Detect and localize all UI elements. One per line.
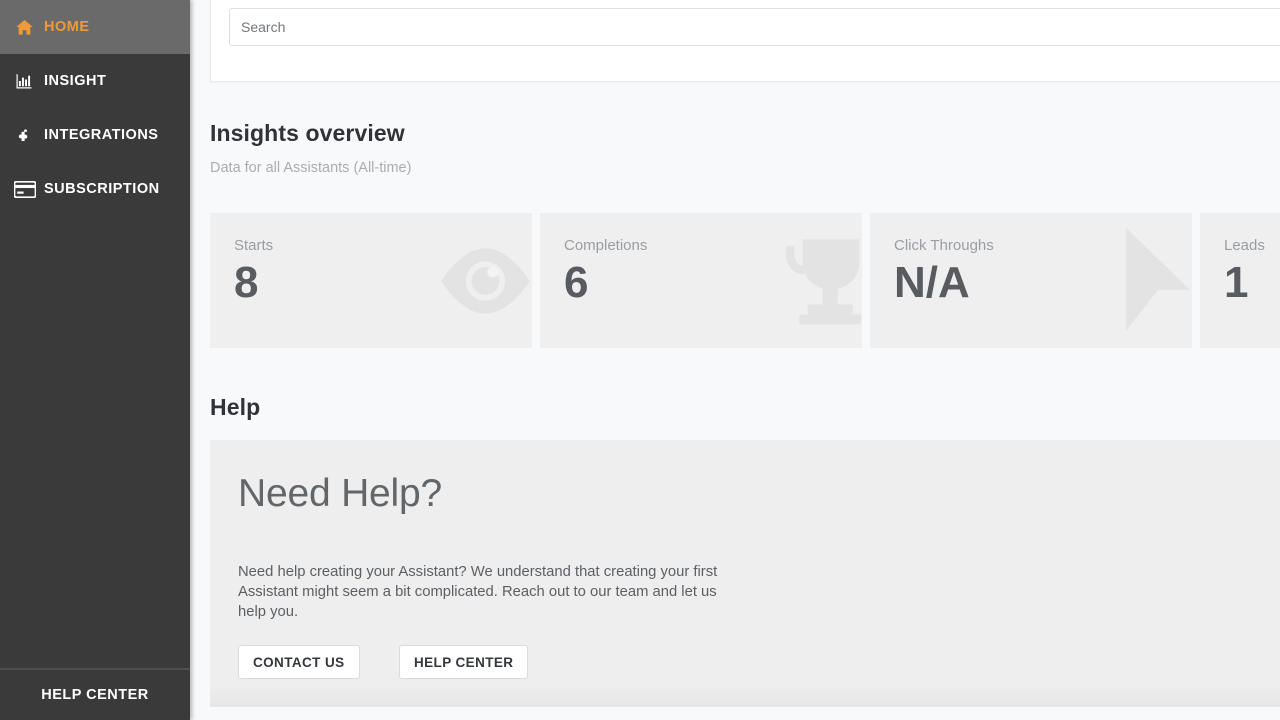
sidebar-item-label: INTEGRATIONS [44,127,159,143]
home-icon [14,16,44,38]
stat-value: 1 [1224,258,1249,307]
stat-card-click-throughs[interactable]: Click Throughs N/A [870,213,1192,348]
stat-value: N/A [894,258,970,307]
search-bar-card [210,0,1280,82]
stat-card-completions[interactable]: Completions 6 [540,213,862,348]
bar-chart-icon [14,70,44,92]
stat-value: 8 [234,258,259,307]
sidebar-item-insight[interactable]: INSIGHT [0,54,190,108]
sidebar-item-home[interactable]: HOME [0,0,190,54]
page-subtitle: Data for all Assistants (All-time) [210,160,412,176]
stat-card-starts[interactable]: Starts 8 [210,213,532,348]
sidebar-help-center-label: HELP CENTER [41,687,149,703]
sidebar-item-integrations[interactable]: INTEGRATIONS [0,108,190,162]
contact-us-button[interactable]: CONTACT US [238,645,360,679]
sidebar-item-subscription[interactable]: SUBSCRIPTION [0,162,190,216]
app-root: HOME INSIGHT INTEGRATIONS SUBSCRIPTION H… [0,0,1280,720]
cursor-arrow-icon [1122,226,1192,336]
help-center-button[interactable]: HELP CENTER [399,645,529,679]
help-card: Need Help? Need help creating your Assis… [210,440,1280,707]
sidebar-help-center-link[interactable]: HELP CENTER [0,668,190,720]
page-title: Insights overview [210,120,405,146]
stats-row: Starts 8 Completions 6 Click Throughs N/… [210,213,1280,348]
trophy-icon [776,236,862,326]
stat-label: Leads [1224,237,1265,254]
help-heading: Need Help? [238,472,442,515]
stat-label: Click Throughs [894,237,994,254]
sidebar-navigation: HOME INSIGHT INTEGRATIONS SUBSCRIPTION H… [0,0,190,720]
stat-label: Completions [564,237,648,254]
credit-card-icon [14,178,44,200]
main-content: Insights overview Data for all Assistant… [190,0,1280,720]
sidebar-item-label: INSIGHT [44,73,107,89]
stat-label: Starts [234,237,274,254]
help-section-title: Help [210,394,261,420]
help-body-text: Need help creating your Assistant? We un… [238,564,718,620]
stat-card-leads[interactable]: Leads 1 [1200,213,1280,348]
sidebar-item-label: HOME [44,19,90,35]
sidebar-item-label: SUBSCRIPTION [44,181,160,197]
eye-icon [433,245,532,317]
puzzle-piece-icon [14,124,44,146]
search-input[interactable] [229,8,1280,46]
stat-value: 6 [564,258,589,307]
